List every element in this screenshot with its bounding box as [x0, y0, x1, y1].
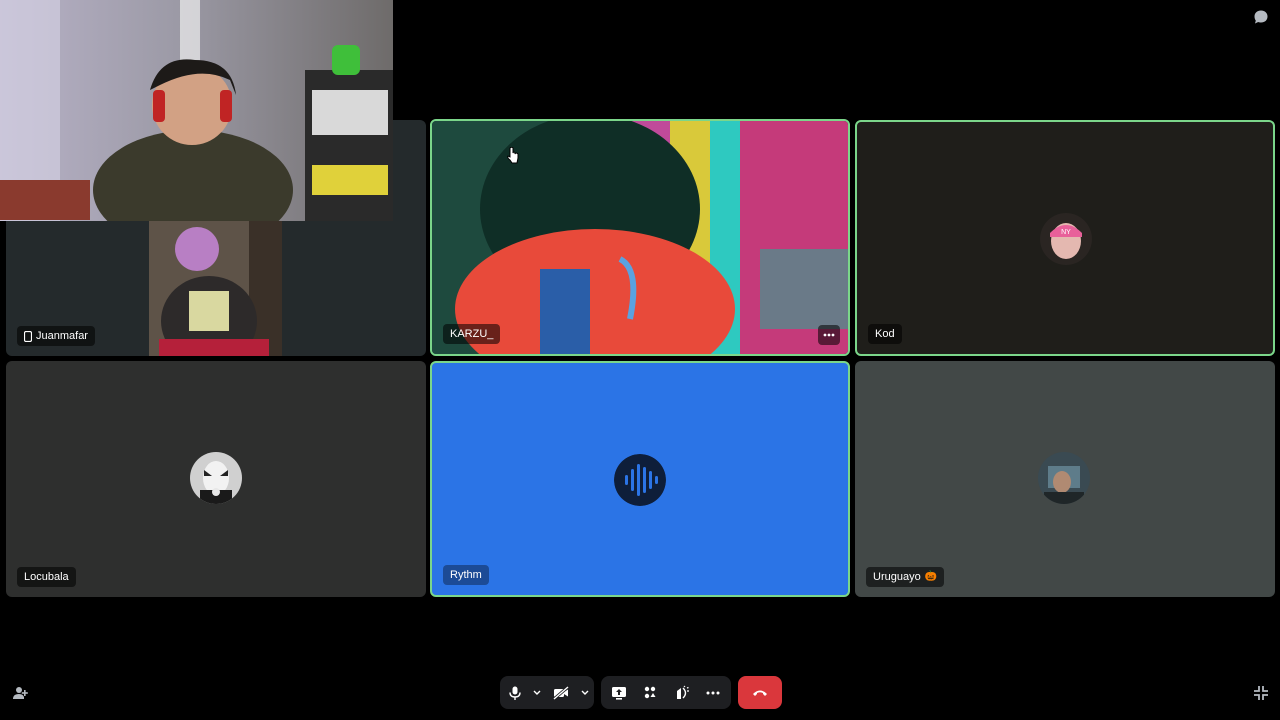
soundboard-button[interactable]	[666, 676, 698, 709]
microphone-button[interactable]	[500, 676, 530, 709]
rythm-logo-icon	[614, 454, 666, 506]
participant-tile-karzu[interactable]: KARZU_	[430, 119, 850, 356]
name-tag-juanmafar: Juanmafar	[17, 326, 95, 346]
name-tag-kod: Kod	[868, 324, 902, 344]
streamer-webcam-image	[0, 0, 393, 221]
microphone-options-button[interactable]	[530, 676, 544, 709]
camera-off-icon	[553, 685, 569, 700]
juanmafar-video	[149, 221, 282, 356]
name-tag-uruguayo: Uruguayo 🎃	[866, 567, 945, 587]
more-options-button[interactable]	[698, 676, 730, 709]
activities-icon	[645, 686, 656, 698]
call-actions	[601, 676, 731, 709]
streamer-webcam-overlay	[0, 0, 393, 221]
chevron-down-icon	[581, 690, 589, 695]
soundboard-icon	[676, 685, 689, 699]
screen-share-icon	[611, 686, 626, 700]
add-person-icon	[13, 687, 28, 699]
avatar	[1038, 452, 1090, 504]
participant-tile-kod[interactable]: NY Kod	[855, 120, 1275, 356]
more-options-icon	[706, 691, 720, 694]
participant-tile-rythm[interactable]: Rythm	[430, 361, 850, 597]
participant-name: Rythm	[450, 569, 482, 581]
name-tag-locubala: Locubala	[17, 567, 76, 587]
tile-more-options-button[interactable]	[818, 325, 840, 345]
hang-up-icon	[753, 690, 767, 696]
phone-icon	[24, 330, 32, 342]
avatar: NY	[1040, 213, 1092, 265]
karzu-video	[432, 121, 848, 354]
mouse-cursor-icon	[507, 147, 519, 164]
avatar	[190, 452, 242, 504]
invite-button[interactable]	[10, 683, 30, 703]
activities-button[interactable]	[635, 676, 667, 709]
chevron-down-icon	[533, 690, 541, 695]
participant-name: KARZU_	[450, 328, 494, 340]
avatar	[614, 454, 666, 506]
screen-share-button[interactable]	[603, 676, 635, 709]
exit-fullscreen-button[interactable]	[1251, 683, 1271, 703]
chat-bubble-icon	[1254, 10, 1268, 24]
audio-video-controls	[500, 676, 594, 709]
svg-text:NY: NY	[1061, 229, 1071, 236]
disconnect-button[interactable]	[738, 676, 782, 709]
participant-name: Locubala	[24, 571, 69, 583]
exit-fullscreen-icon	[1254, 686, 1268, 700]
camera-button[interactable]	[544, 676, 578, 709]
participant-name: Kod	[875, 328, 895, 340]
participant-name: Juanmafar	[36, 330, 88, 342]
name-tag-rythm: Rythm	[443, 565, 489, 585]
name-tag-karzu: KARZU_	[443, 324, 501, 344]
participant-tile-uruguayo[interactable]: Uruguayo 🎃	[855, 361, 1275, 597]
participant-tile-locubala[interactable]: Locubala	[6, 361, 426, 597]
camera-options-button[interactable]	[578, 676, 592, 709]
pumpkin-emoji: 🎃	[924, 571, 938, 582]
microphone-icon	[509, 686, 521, 700]
participant-name: Uruguayo	[873, 571, 921, 583]
more-options-icon	[823, 333, 835, 337]
chat-button[interactable]	[1251, 7, 1271, 27]
